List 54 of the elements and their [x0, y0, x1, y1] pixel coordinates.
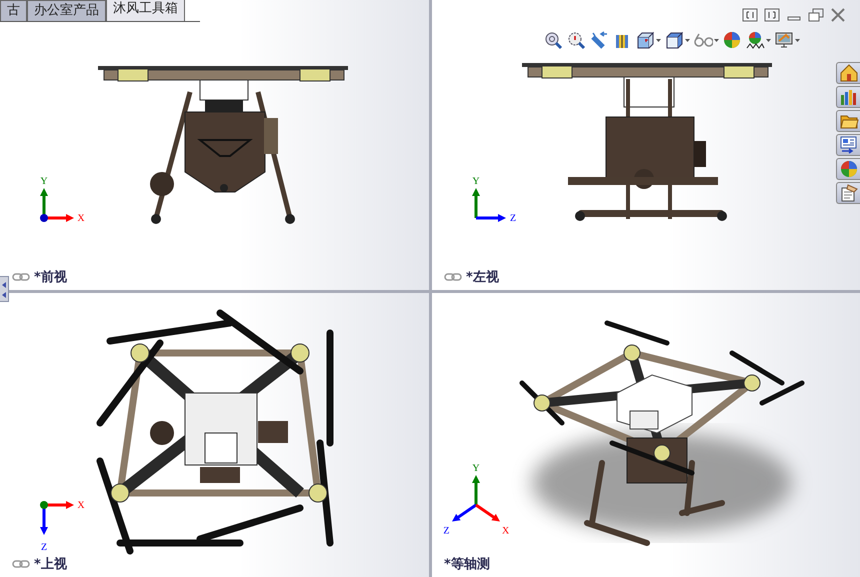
previous-view-icon [590, 31, 609, 50]
axis-label: X [77, 500, 85, 511]
monitor-icon [775, 31, 794, 50]
axis-label: Y [472, 176, 480, 187]
zoom-to-area-icon [567, 31, 586, 50]
caret-icon [685, 39, 690, 42]
view-label: *左视 [466, 268, 499, 286]
caret-icon [766, 39, 771, 42]
scene-icon [746, 31, 765, 50]
view-label: *等轴测 [444, 556, 490, 574]
restore-icon[interactable] [808, 8, 824, 22]
axis-label: Z [443, 525, 450, 536]
tab[interactable]: 沐风工具箱 [106, 0, 185, 21]
color-ball-button[interactable] [723, 31, 742, 50]
shaded-cube-icon [665, 31, 684, 50]
view-palette-icon [838, 135, 858, 155]
axis-label: X [502, 525, 510, 536]
caret-icon [656, 39, 661, 42]
view-cube-icon [636, 31, 655, 50]
task-pane-tab[interactable] [836, 158, 860, 180]
axis-label: Y [40, 176, 48, 187]
scene-button[interactable] [746, 31, 771, 50]
view-label: *上视 [34, 556, 67, 574]
caret-icon [714, 39, 719, 42]
monitor-button[interactable] [775, 31, 800, 50]
task-pane-tab[interactable] [836, 182, 860, 204]
task-pane-tab[interactable] [836, 62, 860, 84]
axis-label: Y [472, 463, 480, 474]
color-ball-icon [838, 159, 858, 179]
clipboard-hand-icon [838, 183, 858, 203]
task-pane-tab[interactable] [836, 134, 860, 156]
shaded-cube-button[interactable] [665, 31, 690, 50]
collapse-handle[interactable] [0, 276, 9, 302]
tile-left-icon[interactable] [742, 8, 758, 22]
previous-view-button[interactable] [590, 31, 609, 50]
axis-label: Z [40, 542, 48, 553]
tab[interactable]: 古 [0, 0, 27, 21]
library-icon [838, 87, 858, 107]
zoom-to-fit-icon [544, 31, 563, 50]
tab[interactable]: 办公室产品 [27, 0, 106, 21]
zoom-to-area-button[interactable] [567, 31, 586, 50]
view-cube-button[interactable] [636, 31, 661, 50]
arrow-icon [1, 280, 7, 299]
tile-right-icon[interactable] [764, 8, 780, 22]
axis-label: X [77, 213, 85, 224]
close-icon[interactable] [830, 8, 846, 22]
color-ball-icon [723, 31, 742, 50]
home-icon [838, 63, 858, 83]
task-pane-tab[interactable] [836, 110, 860, 132]
view-label: *前视 [34, 268, 67, 286]
task-pane-tab[interactable] [836, 86, 860, 108]
caret-icon [795, 39, 800, 42]
axis-label: Z [510, 213, 516, 224]
zoom-to-fit-button[interactable] [544, 31, 563, 50]
